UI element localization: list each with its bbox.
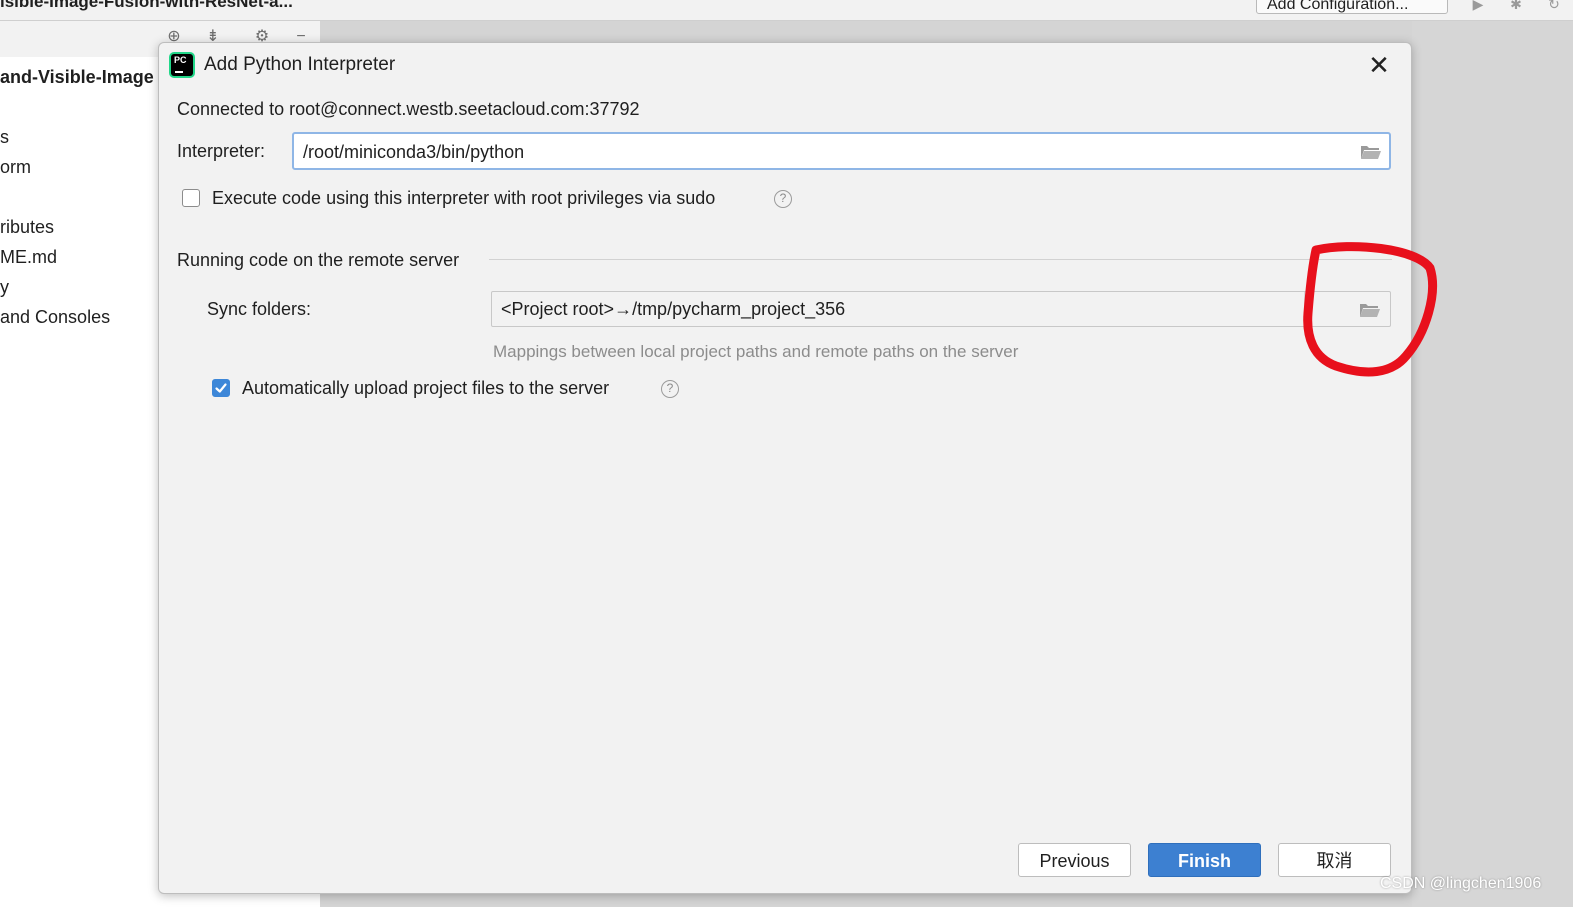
section-title: Running code on the remote server	[177, 250, 460, 270]
ide-window-title: isible-Image-Fusion-with-ResNet-a...	[0, 0, 293, 11]
section-divider	[489, 259, 1392, 260]
tree-item-scratches-and-consoles[interactable]: and Consoles	[0, 307, 110, 328]
sudo-checkbox-label[interactable]: Execute code using this interpreter with…	[212, 186, 715, 210]
red-circle-annotation	[1303, 242, 1437, 377]
help-icon[interactable]: ?	[774, 190, 792, 208]
tree-item[interactable]: s	[0, 127, 9, 148]
tree-item[interactable]: ME.md	[0, 247, 57, 268]
interpreter-path-field[interactable]	[292, 132, 1391, 170]
editor-area	[1412, 21, 1573, 907]
tree-item[interactable]: orm	[0, 157, 31, 178]
sync-folders-hint: Mappings between local project paths and…	[493, 342, 1019, 361]
ide-title-bar: isible-Image-Fusion-with-ResNet-a... Add…	[0, 0, 1573, 21]
tree-item[interactable]: ributes	[0, 217, 54, 238]
checkmark-icon	[215, 383, 227, 393]
help-icon[interactable]: ?	[661, 380, 679, 398]
sync-folders-value: <Project root>→/tmp/pycharm_project_356	[501, 299, 846, 319]
auto-upload-checkbox-label[interactable]: Automatically upload project files to th…	[242, 376, 609, 400]
connection-status-text: Connected to root@connect.westb.seetaclo…	[177, 99, 640, 119]
cancel-button[interactable]: 取消	[1278, 843, 1391, 877]
auto-upload-checkbox[interactable]	[212, 379, 230, 397]
previous-button[interactable]: Previous	[1018, 843, 1131, 877]
project-root-node[interactable]: and-Visible-Image	[0, 67, 154, 88]
csdn-watermark: CSDN @lingchen1906	[1380, 875, 1542, 892]
add-python-interpreter-dialog: PC Add Python Interpreter ✕ Connected to…	[158, 42, 1412, 894]
finish-button[interactable]: Finish	[1148, 843, 1261, 877]
pycharm-logo-icon: PC	[171, 54, 193, 76]
interpreter-label: Interpreter:	[177, 141, 266, 161]
run-icon[interactable]: ▶	[1470, 0, 1486, 12]
dialog-title: Add Python Interpreter	[204, 54, 396, 75]
coverage-icon[interactable]: ↻	[1546, 0, 1562, 12]
sync-folders-field[interactable]: <Project root>→/tmp/pycharm_project_356	[491, 291, 1391, 327]
sync-folders-label: Sync folders:	[207, 299, 312, 319]
close-icon[interactable]: ✕	[1365, 51, 1393, 79]
debug-icon[interactable]: ✱	[1508, 0, 1524, 12]
run-configuration-button[interactable]: Add Configuration...	[1256, 0, 1448, 14]
tree-item[interactable]: y	[0, 277, 9, 298]
folder-open-icon[interactable]	[1360, 144, 1382, 160]
interpreter-input[interactable]	[294, 134, 1345, 170]
sudo-checkbox[interactable]	[182, 189, 200, 207]
